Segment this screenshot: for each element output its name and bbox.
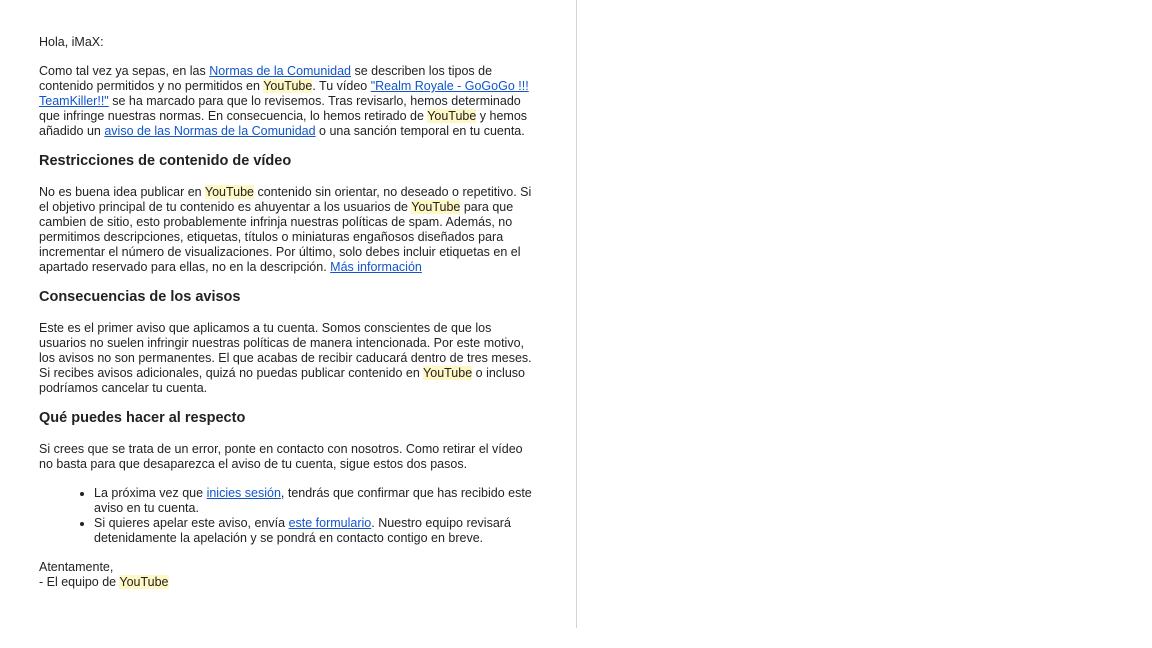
more-info-link[interactable]: Más información [330, 260, 422, 274]
appeal-form-link[interactable]: este formulario [289, 516, 372, 530]
signature: - El equipo de YouTube [39, 575, 169, 589]
brand-highlight: YouTube [204, 185, 254, 199]
sign-in-link[interactable]: inicies sesión [207, 486, 281, 500]
brand-highlight: YouTube [427, 109, 477, 123]
list-item: La próxima vez que inicies sesión, tendr… [94, 486, 539, 516]
email-panel: Hola, iMaX: Como tal vez ya sepas, en la… [0, 0, 577, 628]
brand-highlight: YouTube [119, 575, 169, 589]
consequences-paragraph: Este es el primer aviso que aplicamos a … [39, 321, 532, 395]
steps-list: La próxima vez que inicies sesión, tendr… [39, 486, 539, 546]
section-heading-consequences: Consecuencias de los avisos [39, 289, 241, 305]
guidelines-warning-link[interactable]: aviso de las Normas de la Comunidad [104, 124, 315, 138]
list-item: Si quieres apelar este aviso, envía este… [94, 516, 539, 546]
brand-highlight: YouTube [263, 79, 313, 93]
closing: Atentamente, [39, 560, 114, 574]
restrictions-paragraph: No es buena idea publicar en YouTube con… [39, 185, 532, 274]
community-guidelines-link[interactable]: Normas de la Comunidad [209, 64, 351, 78]
email-body: Hola, iMaX: Como tal vez ya sepas, en la… [39, 35, 539, 590]
section-heading-restrictions: Restricciones de contenido de vídeo [39, 153, 292, 169]
section-heading-what-to-do: Qué puedes hacer al respecto [39, 410, 246, 426]
greeting: Hola, iMaX: [39, 35, 104, 49]
what-to-do-paragraph: Si crees que se trata de un error, ponte… [39, 442, 523, 471]
intro-paragraph: Como tal vez ya sepas, en las Normas de … [39, 64, 529, 138]
brand-highlight: YouTube [423, 366, 473, 380]
brand-highlight: YouTube [411, 200, 461, 214]
